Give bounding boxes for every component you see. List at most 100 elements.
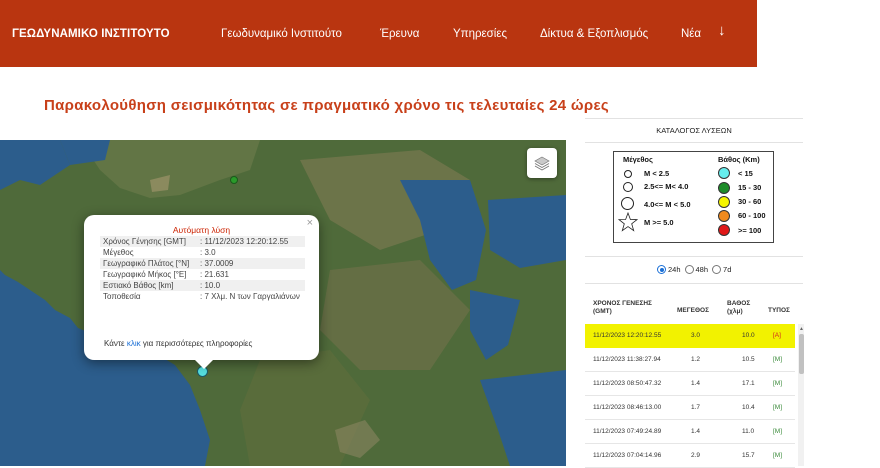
site-brand[interactable]: ΓΕΩΔΥΝΑΜΙΚΟ ΙΝΣΤΙΤΟΥΤΟ — [12, 28, 170, 40]
cell-depth: 10.4 — [742, 404, 755, 411]
catalog-panel: ΚΑΤΑΛΟΓΟΣ ΛΥΣΕΩΝ Μέγεθος Βάθος (Km) M < … — [585, 118, 804, 468]
depth-color-swatch — [718, 167, 730, 179]
column-depth[interactable]: ΒΑΘΟΣ (χλμ) — [727, 300, 757, 316]
popup-row: Εστιακό Βάθος [km]: 10.0 — [100, 280, 305, 291]
more-info-link[interactable]: κλικ — [127, 339, 141, 348]
depth-color-swatch — [718, 196, 730, 208]
popup-value: : 10.0 — [197, 280, 305, 291]
popup-key: Μέγεθος — [103, 248, 134, 257]
catalog-title: ΚΑΤΑΛΟΓΟΣ ΛΥΣΕΩΝ — [656, 126, 732, 135]
nav-item-news[interactable]: Νέα — [681, 28, 701, 40]
cell-time: 11/12/2023 07:04:14.96 — [593, 452, 662, 459]
arrow-down-icon[interactable]: ↓ — [718, 22, 726, 39]
column-type[interactable]: ΤΥΠΟΣ — [768, 307, 790, 315]
scrollbar-thumb[interactable] — [798, 334, 804, 374]
layers-icon — [534, 156, 550, 171]
cell-depth: 15.7 — [742, 452, 755, 459]
star-icon — [618, 212, 638, 232]
popup-more-info: Κάντε κλικ για περισσότερες πληροφορίες — [104, 339, 252, 348]
radio-icon — [684, 265, 694, 274]
map-legend: Μέγεθος Βάθος (Km) M < 2.5 2.5<= M< 4.0 … — [613, 151, 774, 243]
cell-time: 11/12/2023 12:20:12.55 — [593, 332, 662, 339]
cell-time: 11/12/2023 07:49:24.89 — [593, 428, 662, 435]
cell-magnitude: 1.4 — [691, 428, 701, 435]
cell-magnitude: 2.9 — [691, 452, 701, 459]
magnitude-circle-medium — [623, 182, 633, 192]
magnitude-circle-large — [621, 197, 634, 210]
nav-item-services[interactable]: Υπηρεσίες — [453, 28, 507, 40]
popup-value: : 21.631 — [200, 270, 229, 279]
cell-depth: 11.0 — [742, 428, 755, 435]
divider — [585, 283, 803, 284]
table-row[interactable]: 11/12/2023 08:46:13.00 1.7 10.4 [M] — [585, 396, 795, 420]
depth-color-swatch — [718, 224, 730, 236]
popup-row: Γεωγραφικό Πλάτος [°N]: 37.0009 — [100, 258, 305, 269]
divider — [585, 118, 803, 119]
period-24h-radio[interactable]: 24h — [657, 265, 681, 274]
period-label: 7d — [723, 265, 732, 274]
period-label: 24h — [668, 265, 681, 274]
cell-magnitude: 3.0 — [691, 332, 701, 339]
cell-type: [A] — [773, 332, 781, 339]
cell-type: [M] — [773, 452, 783, 459]
legend-depth: >= 100 — [738, 226, 762, 235]
popup-key: Εστιακό Βάθος [km] — [100, 280, 197, 291]
legend-magnitude: 4.0<= M < 5.0 — [644, 200, 691, 209]
table-row[interactable]: 11/12/2023 07:49:24.89 1.4 11.0 [M] — [585, 420, 795, 444]
legend-depth: 15 - 30 — [738, 183, 762, 192]
nav-item-institute[interactable]: Γεωδυναμικό Ινστιτούτο — [221, 28, 342, 40]
cell-depth: 10.0 — [742, 332, 755, 339]
legend-magnitude: M < 2.5 — [644, 169, 670, 178]
table-row[interactable]: 11/12/2023 12:20:12.55 3.0 10.0 [A] — [585, 324, 795, 348]
popup-row: Χρόνος Γένησης [GMT]: 11/12/2023 12:20:1… — [100, 236, 305, 247]
table-row[interactable]: 11/12/2023 11:38:27.94 1.2 10.5 [M] — [585, 348, 795, 372]
period-7d-radio[interactable]: 7d — [712, 265, 731, 274]
popup-value: : 7 Χλμ. Ν των Γαργαλιάνων — [200, 292, 300, 301]
popup-details-table: Χρόνος Γένησης [GMT]: 11/12/2023 12:20:1… — [100, 236, 305, 302]
popup-row: Γεωγραφικό Μήκος [°E] : 21.631 — [100, 269, 305, 280]
cell-magnitude: 1.4 — [691, 380, 701, 387]
cell-depth: 17.1 — [742, 380, 755, 387]
column-magnitude[interactable]: ΜΕΓΕΘΟΣ — [677, 307, 709, 315]
map-event-green[interactable] — [230, 176, 238, 184]
nav-item-research[interactable]: Έρευνα — [380, 28, 419, 40]
radio-icon — [712, 265, 722, 274]
cell-magnitude: 1.2 — [691, 356, 701, 363]
legend-depth-header: Βάθος (Km) — [718, 155, 760, 164]
cell-depth: 10.5 — [742, 356, 755, 363]
scroll-up-icon[interactable]: ▲ — [799, 326, 804, 332]
popup-more-prefix: Κάντε — [104, 339, 127, 348]
cell-time: 11/12/2023 11:38:27.94 — [593, 356, 661, 363]
cell-time: 11/12/2023 08:50:47.32 — [593, 380, 662, 387]
radio-selected-icon — [657, 265, 666, 274]
popup-value: : 3.0 — [200, 248, 216, 257]
column-origin-time[interactable]: ΧΡΟΝΟΣ ΓΕΝΕΣΗΣ (GMT) — [593, 300, 663, 316]
legend-magnitude: M >= 5.0 — [644, 218, 674, 227]
legend-depth: 60 - 100 — [738, 211, 766, 220]
popup-key: Γεωγραφικό Μήκος [°E] — [103, 270, 187, 279]
legend-magnitude: 2.5<= M< 4.0 — [644, 182, 689, 191]
depth-color-swatch — [718, 210, 730, 222]
layers-button[interactable] — [527, 148, 557, 178]
period-selector: 24h 48h 7d — [657, 265, 731, 274]
nav-item-networks[interactable]: Δίκτυα & Εξοπλισμός — [540, 28, 648, 40]
period-48h-radio[interactable]: 48h — [684, 265, 708, 274]
cell-time: 11/12/2023 08:46:13.00 — [593, 404, 662, 411]
page-title: Παρακολούθηση σεισμικότητας σε πραγματικ… — [44, 97, 609, 114]
popup-title: Αυτόματη λύση — [172, 225, 231, 235]
popup-pointer — [194, 359, 214, 369]
site-header: ΓΕΩΔΥΝΑΜΙΚΟ ΙΝΣΤΙΤΟΥΤΟ Γεωδυναμικό Ινστι… — [0, 0, 757, 67]
table-scrollbar[interactable] — [798, 324, 804, 466]
legend-depth: 30 - 60 — [738, 197, 762, 206]
table-row[interactable]: 11/12/2023 07:04:14.96 2.9 15.7 [M] — [585, 444, 795, 468]
popup-more-suffix: για περισσότερες πληροφορίες — [140, 339, 253, 348]
legend-magnitude-header: Μέγεθος — [623, 155, 653, 164]
cell-magnitude: 1.7 — [691, 404, 701, 411]
table-row[interactable]: 11/12/2023 08:50:47.32 1.4 17.1 [M] — [585, 372, 795, 396]
cell-type: [M] — [773, 428, 783, 435]
popup-row: Μέγεθος : 3.0 — [100, 247, 305, 258]
popup-row: Τοποθεσία: 7 Χλμ. Ν των Γαργαλιάνων — [100, 291, 305, 302]
depth-color-swatch — [718, 182, 730, 194]
cell-type: [M] — [773, 356, 783, 363]
legend-depth: < 15 — [738, 169, 753, 178]
